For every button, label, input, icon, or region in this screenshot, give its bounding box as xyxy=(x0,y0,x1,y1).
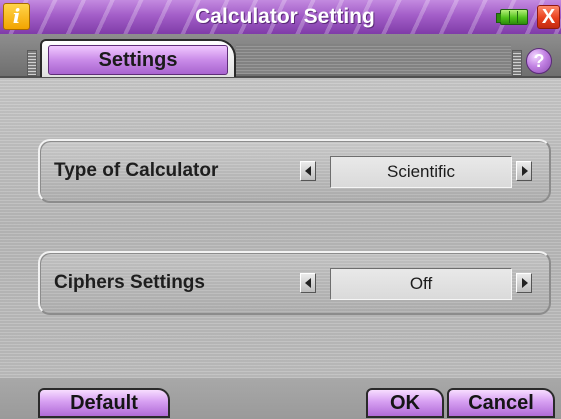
right-arrow-icon xyxy=(522,278,528,288)
title-bar: i Calculator Setting X xyxy=(0,0,561,34)
calculator-type-next-button[interactable] xyxy=(516,161,532,181)
tab-settings[interactable]: Settings xyxy=(40,39,236,77)
battery-segment xyxy=(517,11,518,23)
default-button[interactable]: Default xyxy=(38,388,170,418)
ciphers-prev-button[interactable] xyxy=(300,273,316,293)
calculator-setting-screen: i Calculator Setting X Settings ? Type o… xyxy=(0,0,561,419)
ciphers-setting: Ciphers Settings Off xyxy=(38,251,551,315)
info-app-icon[interactable]: i xyxy=(3,3,30,30)
ciphers-next-button[interactable] xyxy=(516,273,532,293)
calculator-type-value: Scientific xyxy=(330,156,512,188)
help-icon[interactable]: ? xyxy=(526,48,552,74)
calculator-type-setting: Type of Calculator Scientific xyxy=(38,139,551,203)
battery-icon xyxy=(496,9,528,25)
tab-settings-label: Settings xyxy=(48,45,228,75)
ciphers-value: Off xyxy=(330,268,512,300)
right-arrow-icon xyxy=(522,166,528,176)
left-arrow-icon xyxy=(305,278,311,288)
left-grip-handle xyxy=(27,50,37,76)
left-arrow-icon xyxy=(305,166,311,176)
battery-segment xyxy=(509,11,510,23)
content-background xyxy=(0,78,561,378)
cancel-button[interactable]: Cancel xyxy=(447,388,555,418)
close-icon[interactable]: X xyxy=(537,5,560,29)
calculator-type-prev-button[interactable] xyxy=(300,161,316,181)
right-grip-handle xyxy=(512,50,522,76)
ok-button[interactable]: OK xyxy=(366,388,444,418)
ciphers-label: Ciphers Settings xyxy=(54,272,205,293)
window-title: Calculator Setting xyxy=(195,5,375,28)
calculator-type-label: Type of Calculator xyxy=(54,160,219,181)
tab-strip-filler xyxy=(236,44,511,74)
